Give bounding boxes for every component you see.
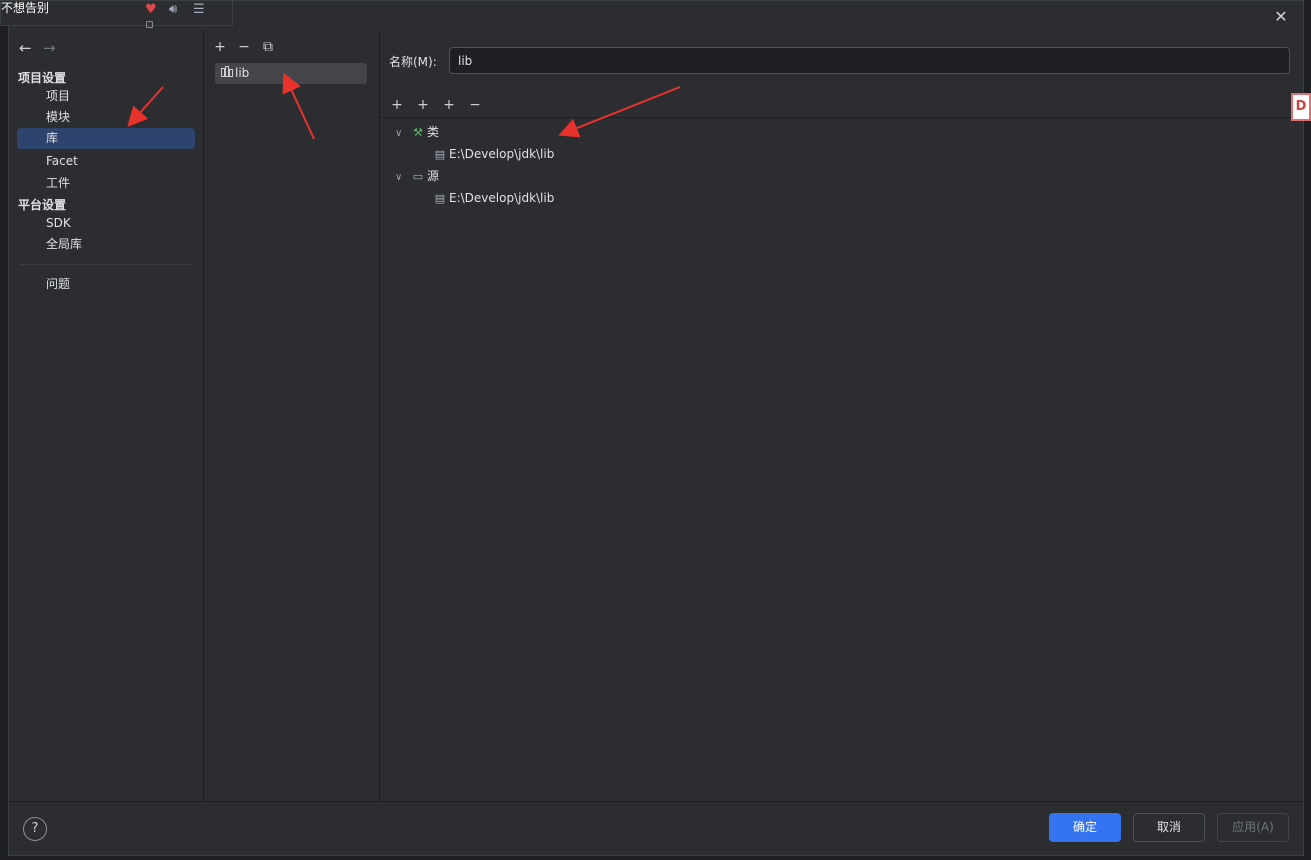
nav-item-sdk[interactable]: SDK [17,213,195,234]
library-list-toolbar: + − ⧉ [208,37,280,57]
help-icon[interactable]: ? [23,817,47,841]
library-detail-pane: 名称(M): +++− ∨⚒类 ▤E:\Develop\jdk\lib ∨▭源 … [380,31,1303,801]
back-arrow-icon[interactable]: ← [19,39,43,57]
forward-arrow-icon[interactable]: → [43,39,67,57]
nav-item-modules[interactable]: 模块 [17,107,195,128]
sources-path: E:\Develop\jdk\lib [449,191,555,205]
dialog-footer: ? 确定 取消 应用(A) [9,801,1303,857]
library-list-pane: + − ⧉ lib [204,31,380,801]
apply-button[interactable]: 应用(A) [1217,813,1289,842]
tree-node-sources[interactable]: ∨ ▭ 源 [395,166,439,186]
hammer-icon: ⚒ [413,126,423,139]
name-label: 名称(M): [389,55,437,69]
folder-icon: ▭ [412,170,424,183]
mini-icon[interactable]: ▫ [145,17,169,32]
sources-label: 源 [427,169,440,183]
library-list-item[interactable]: lib [215,63,367,84]
heart-icon[interactable]: ♥ [145,2,169,17]
tree-node-classes[interactable]: ∨ ⚒ 类 [395,122,439,142]
chevron-down-icon[interactable]: ∨ [395,168,409,188]
nav-item-project[interactable]: 项目 [17,86,195,107]
nav-item-global-libraries[interactable]: 全局库 [17,234,195,255]
chevron-down-icon[interactable]: ∨ [395,124,409,144]
song-title: 不想告别 [1,1,50,15]
section-project-settings: 项目设置 [18,71,67,85]
library-name-field[interactable] [449,47,1290,74]
music-controls: ♥ 🔊︎ ☰ ▫ [145,2,232,32]
library-icon [221,63,235,84]
jar-icon: ▤ [434,192,446,205]
ok-button[interactable]: 确定 [1049,813,1121,842]
edge-badge-icon: D [1291,93,1311,121]
music-player-bar: 不想告别 ♥ 🔊︎ ☰ ▫ [0,0,233,32]
tree-node-classes-path[interactable]: ▤ E:\Develop\jdk\lib [431,144,555,164]
cancel-button[interactable]: 取消 [1133,813,1205,842]
nav-divider [19,264,191,265]
nav-item-facets[interactable]: Facet [17,151,195,172]
roots-toolbar: + + + − [384,95,488,115]
copy-library-button[interactable]: ⧉ [256,37,280,57]
section-platform-settings: 平台设置 [18,198,67,212]
nav-item-artifacts[interactable]: 工件 [17,173,195,194]
toolbar-divider [380,117,1303,118]
nav-item-libraries[interactable]: 库 [17,128,195,149]
nav-item-problems[interactable]: 问题 [17,274,195,295]
close-icon[interactable]: ✕ [1271,7,1291,27]
add-special-root-button[interactable]: + [410,95,436,115]
add-other-root-button[interactable]: + [436,95,462,115]
tree-node-sources-path[interactable]: ▤ E:\Develop\jdk\lib [431,188,555,208]
jar-icon: ▤ [434,148,446,161]
add-library-button[interactable]: + [208,37,232,57]
nav-arrows: ← → [19,39,67,57]
project-structure-dialog: ✕ ← → 项目设置 项目 模块 库 Facet 工件 平台设置 SDK 全局库 … [8,0,1304,856]
remove-library-button[interactable]: − [232,37,256,57]
left-nav-pane: ← → 项目设置 项目 模块 库 Facet 工件 平台设置 SDK 全局库 问题 [9,31,204,801]
library-item-label: lib [235,66,250,80]
classes-label: 类 [427,125,440,139]
remove-root-button[interactable]: − [462,95,488,115]
classes-path: E:\Develop\jdk\lib [449,147,555,161]
playlist-icon[interactable]: ☰ [193,2,217,17]
add-root-button[interactable]: + [384,95,410,115]
volume-icon[interactable]: 🔊︎ [169,2,193,17]
